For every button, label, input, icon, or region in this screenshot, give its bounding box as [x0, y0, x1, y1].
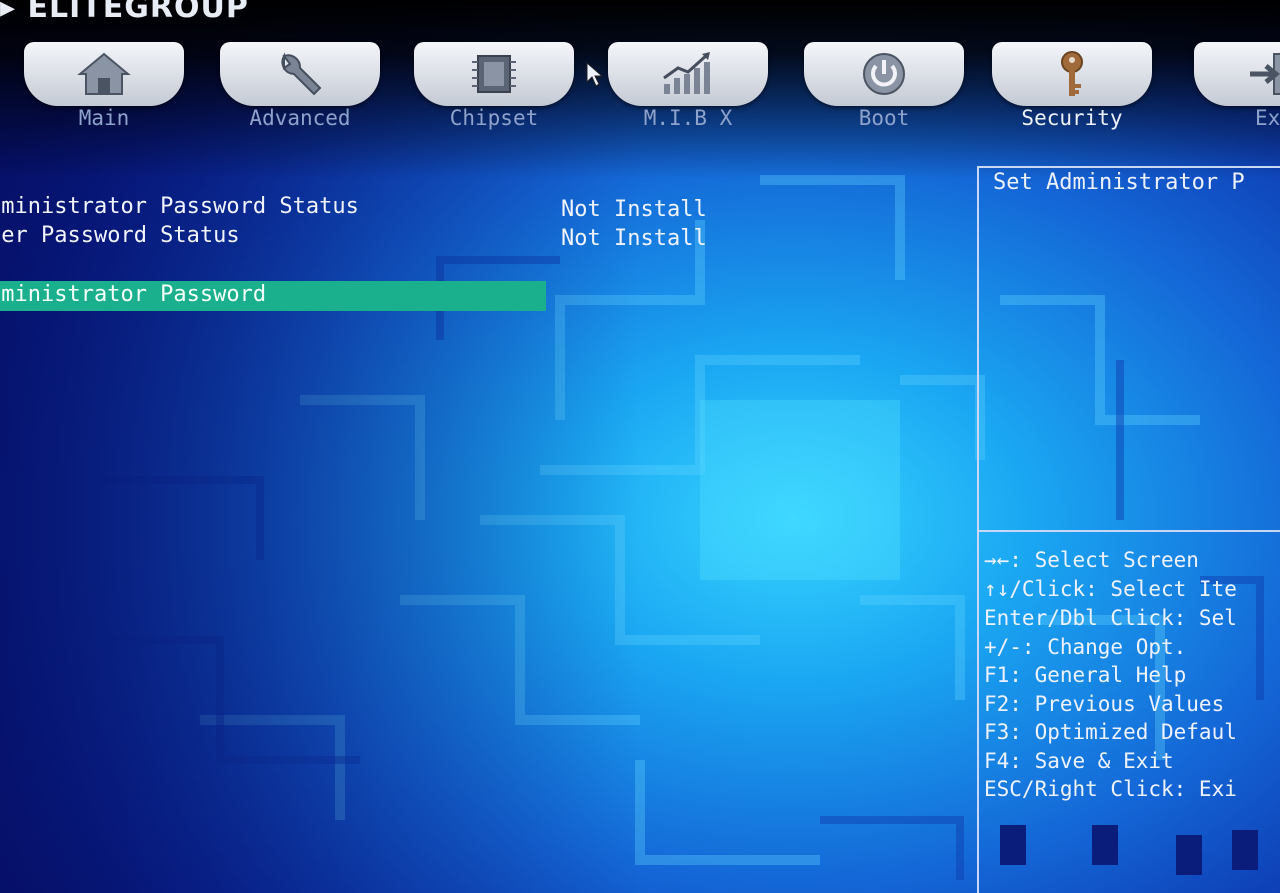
help-key-f3: F3: Optimized Defaul [984, 720, 1237, 744]
help-title: Set Administrator P [993, 170, 1245, 195]
help-key-f2: F2: Previous Values [984, 692, 1225, 716]
brand-name: ELITEGROUP [27, 0, 249, 25]
setting-admin-password-status: dministrator Password Status [0, 194, 359, 219]
home-icon [77, 52, 131, 95]
tab-label: Chipset [449, 106, 539, 130]
tab-mibx[interactable]: M.I.B X [600, 42, 776, 134]
bios-screen: ▸ ELITEGROUP Main Advanced Chipset M.I.B… [0, 0, 1280, 893]
chart-icon [663, 52, 710, 94]
tab-label: Security [1021, 106, 1123, 130]
help-key-select-item: ↑↓/Click: Select Ite [984, 577, 1237, 601]
exit-icon [1250, 53, 1280, 95]
tab-chipset[interactable]: Chipset [406, 42, 582, 134]
help-divider [979, 530, 1280, 532]
tab-label: Exi [1255, 106, 1280, 130]
tab-label: Boot [858, 106, 910, 130]
brand-arrow-icon: ▸ [0, 0, 17, 25]
mouse-cursor-icon [586, 62, 604, 87]
tab-label: Advanced [249, 106, 351, 130]
user-password-status-value: Not Install [561, 226, 707, 251]
setting-admin-password[interactable]: dministrator Password [0, 281, 546, 311]
help-key-esc: ESC/Right Click: Exi [984, 777, 1237, 801]
tab-main[interactable]: Main [16, 42, 192, 134]
admin-password-status-value: Not Install [561, 197, 707, 222]
chip-icon [472, 55, 516, 93]
setting-admin-password-label: dministrator Password [0, 282, 267, 307]
tab-label: M.I.B X [643, 106, 733, 130]
help-key-f4: F4: Save & Exit [984, 749, 1174, 773]
tab-advanced[interactable]: Advanced [212, 42, 388, 134]
brand-logo: ▸ ELITEGROUP [0, 0, 249, 25]
tab-label: Main [78, 106, 130, 130]
power-icon [863, 53, 905, 95]
help-key-change-opt: +/-: Change Opt. [984, 635, 1187, 659]
tab-boot[interactable]: Boot [796, 42, 972, 134]
wrench-icon [281, 52, 322, 96]
help-key-enter: Enter/Dbl Click: Sel [984, 606, 1237, 630]
setting-user-password-status: ser Password Status [0, 223, 240, 248]
key-icon [1061, 51, 1083, 96]
tab-security[interactable]: Security [984, 42, 1160, 134]
help-key-f1: F1: General Help [984, 663, 1187, 687]
help-key-select-screen: →←: Select Screen [984, 548, 1199, 572]
tab-exit[interactable]: Exi [1186, 42, 1280, 134]
